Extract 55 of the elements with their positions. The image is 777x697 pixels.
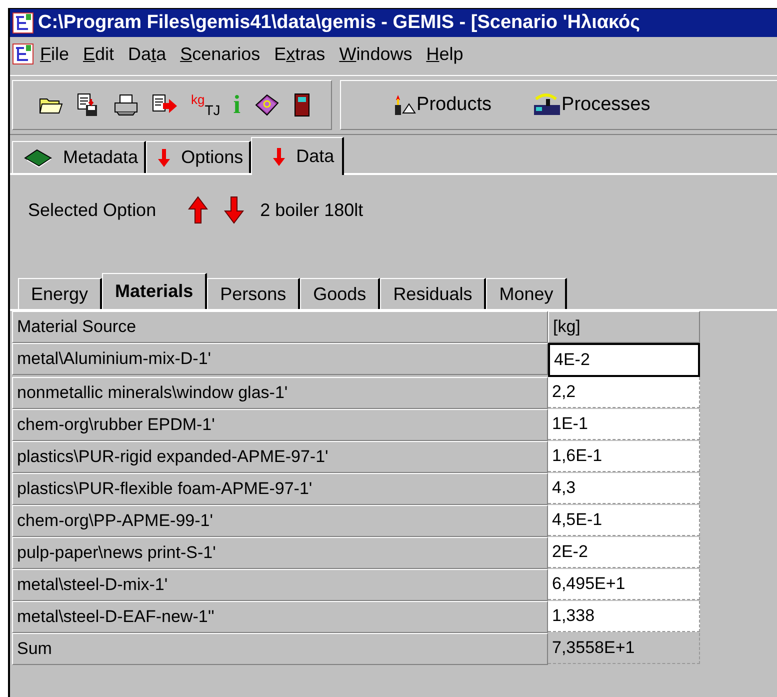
table-cell: chem-org\PP-APME-99-1' [12, 505, 548, 537]
table-cell: plastics\PUR-rigid expanded-APME-97-1' [12, 441, 548, 473]
export-icon[interactable] [152, 94, 178, 116]
door-icon[interactable] [292, 93, 311, 117]
processes-icon [532, 93, 562, 117]
tab[interactable]: Energy [18, 278, 102, 309]
table-cell[interactable]: 4,5E-1 [548, 505, 700, 536]
table-cell[interactable]: 4,3 [548, 473, 700, 504]
menu-item[interactable]: Scenarios [174, 44, 268, 64]
table-cell[interactable]: 4E-2 [548, 343, 700, 377]
tab[interactable]: Goods [300, 278, 380, 309]
table-cell[interactable]: 6,495E+1 [548, 569, 700, 600]
tab[interactable]: Data [251, 137, 344, 175]
app-icon [12, 12, 34, 34]
arrow-down-icon[interactable] [224, 196, 244, 224]
table-cell: metal\steel-D-EAF-new-1'' [12, 601, 548, 633]
menu-item[interactable]: Data [122, 44, 174, 64]
menu-item[interactable]: Edit [77, 44, 122, 64]
table-cell: Sum [12, 633, 548, 665]
menu-item[interactable]: Windows [333, 44, 420, 64]
table-cell: nonmetallic minerals\window glas-1' [12, 377, 548, 409]
menu-item[interactable]: File [34, 44, 78, 64]
table-cell[interactable]: 1,6E-1 [548, 441, 700, 472]
tab[interactable]: Materials [102, 273, 208, 309]
units-icon[interactable]: kg TJ [191, 93, 220, 117]
table-cell[interactable]: 1E-1 [548, 409, 700, 440]
column-header: [kg] [548, 311, 700, 343]
arrow-down-icon [272, 146, 286, 166]
table-cell[interactable]: 2,2 [548, 377, 700, 408]
menu-item[interactable]: Extras [268, 44, 334, 64]
table-cell: metal\Aluminium-mix-D-1' [12, 343, 548, 375]
arrow-down-icon [157, 148, 172, 168]
table-cell: metal\steel-D-mix-1' [12, 569, 548, 601]
window-title: C:\Program Files\gemis41\data\gemis - GEMIS - [Scenario 'Ηλιακός [38, 12, 640, 34]
menu-item[interactable]: Help [420, 44, 472, 64]
column-header: Material Source [12, 311, 548, 343]
tab[interactable]: Metadata [12, 141, 146, 173]
tab[interactable]: Money [486, 278, 568, 309]
tab[interactable]: Persons [207, 278, 300, 309]
arrow-up-icon[interactable] [188, 196, 208, 224]
toolbar-button[interactable]: Products [390, 93, 492, 117]
table-cell[interactable]: 2E-2 [548, 537, 700, 568]
table-cell: pulp-paper\news print-S-1' [12, 537, 548, 569]
toolbar-button[interactable]: Processes [532, 93, 650, 117]
table-cell: plastics\PUR-flexible foam-APME-97-1' [12, 473, 548, 505]
tab[interactable]: Options [146, 141, 252, 173]
save-icon[interactable] [76, 93, 100, 117]
selected-option-label: Selected Option [28, 200, 156, 220]
tab[interactable]: Residuals [380, 278, 486, 309]
table-cell[interactable]: 1,338 [548, 601, 700, 632]
app-icon[interactable] [12, 43, 34, 65]
table-cell: chem-org\rubber EPDM-1' [12, 409, 548, 441]
selected-option-value: 2 boiler 180lt [260, 200, 364, 220]
printer-icon[interactable] [113, 94, 139, 116]
table-cell: 7,3558E+1 [548, 633, 700, 664]
